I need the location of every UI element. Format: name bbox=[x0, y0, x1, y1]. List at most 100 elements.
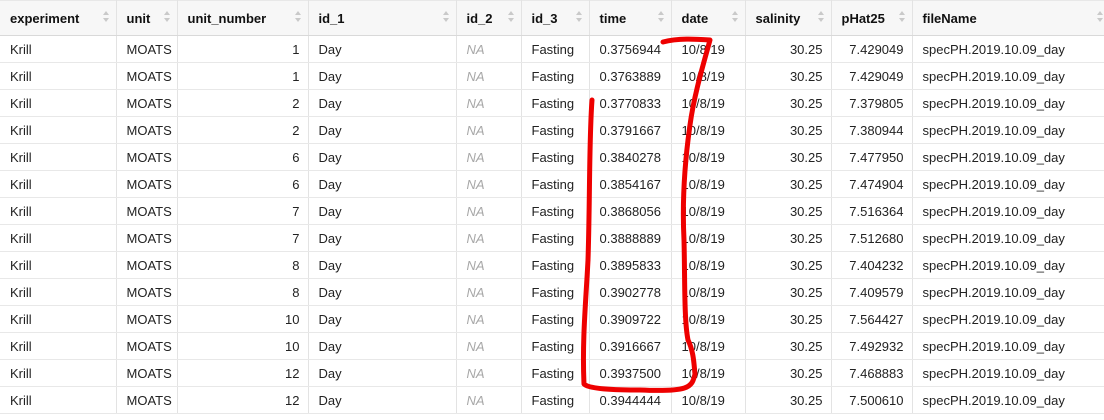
column-header-label: date bbox=[681, 10, 709, 26]
cell-id-3: Fasting bbox=[521, 251, 590, 279]
column-header-unit-number[interactable]: unit_number bbox=[177, 0, 309, 36]
cell-pHat25: 7.380944 bbox=[831, 116, 913, 144]
cell-id-2: NA bbox=[456, 278, 522, 306]
cell-experiment: Krill bbox=[0, 143, 117, 171]
cell-salinity: 30.25 bbox=[745, 197, 832, 225]
cell-fileName: specPH.2019.10.09_day bbox=[912, 35, 1104, 63]
cell-date: 10/8/19 bbox=[671, 143, 746, 171]
cell-id-1: Day bbox=[308, 224, 457, 252]
table-row: Krill MOATS 2 Day NA Fasting 0.3791667 10/8/19 3… bbox=[0, 116, 1104, 144]
sort-arrows-icon[interactable] bbox=[898, 10, 906, 24]
cell-id-2: NA bbox=[456, 224, 522, 252]
cell-experiment: Krill bbox=[0, 89, 117, 117]
cell-id-1: Day bbox=[308, 251, 457, 279]
cell-salinity: 30.25 bbox=[745, 224, 832, 252]
cell-id-3: Fasting bbox=[521, 305, 590, 333]
table-row: Krill MOATS 12 Day NA Fasting 0.3937500 10/8/19… bbox=[0, 359, 1104, 387]
cell-unit-number: 6 bbox=[177, 170, 309, 198]
cell-id-2: NA bbox=[456, 197, 522, 225]
cell-unit: MOATS bbox=[116, 359, 178, 387]
cell-salinity: 30.25 bbox=[745, 251, 832, 279]
cell-id-1: Day bbox=[308, 332, 457, 360]
cell-id-3: Fasting bbox=[521, 197, 590, 225]
cell-id-2: NA bbox=[456, 62, 522, 90]
cell-unit: MOATS bbox=[116, 332, 178, 360]
sort-arrows-icon[interactable] bbox=[1096, 10, 1104, 24]
column-header-id-2[interactable]: id_2 bbox=[456, 0, 522, 36]
column-header-pHat25[interactable]: pHat25 bbox=[831, 0, 913, 36]
column-header-time[interactable]: time bbox=[589, 0, 672, 36]
column-header-label: pHat25 bbox=[841, 10, 885, 26]
cell-pHat25: 7.564427 bbox=[831, 305, 913, 333]
cell-unit-number: 2 bbox=[177, 116, 309, 144]
sort-arrows-icon[interactable] bbox=[657, 10, 665, 24]
column-header-label: unit bbox=[126, 10, 151, 26]
cell-experiment: Krill bbox=[0, 332, 117, 360]
sort-arrows-icon[interactable] bbox=[442, 10, 450, 24]
cell-id-3: Fasting bbox=[521, 332, 590, 360]
table-row: Krill MOATS 1 Day NA Fasting 0.3756944 10/8/19 3… bbox=[0, 35, 1104, 63]
table-row: Krill MOATS 10 Day NA Fasting 0.3916667 10/8/19… bbox=[0, 332, 1104, 360]
column-header-salinity[interactable]: salinity bbox=[745, 0, 832, 36]
sort-arrows-icon[interactable] bbox=[731, 10, 739, 24]
column-header-label: time bbox=[599, 10, 627, 26]
column-header-id-3[interactable]: id_3 bbox=[521, 0, 590, 36]
cell-salinity: 30.25 bbox=[745, 359, 832, 387]
cell-time: 0.3902778 bbox=[589, 278, 672, 306]
cell-id-1: Day bbox=[308, 386, 457, 414]
cell-id-2: NA bbox=[456, 89, 522, 117]
cell-experiment: Krill bbox=[0, 251, 117, 279]
cell-experiment: Krill bbox=[0, 386, 117, 414]
cell-time: 0.3895833 bbox=[589, 251, 672, 279]
cell-salinity: 30.25 bbox=[745, 170, 832, 198]
cell-experiment: Krill bbox=[0, 197, 117, 225]
cell-pHat25: 7.429049 bbox=[831, 35, 913, 63]
cell-date: 10/8/19 bbox=[671, 224, 746, 252]
cell-fileName: specPH.2019.10.09_day bbox=[912, 116, 1104, 144]
cell-pHat25: 7.409579 bbox=[831, 278, 913, 306]
sort-arrows-icon[interactable] bbox=[575, 10, 583, 24]
cell-unit-number: 7 bbox=[177, 224, 309, 252]
cell-id-1: Day bbox=[308, 143, 457, 171]
cell-time: 0.3791667 bbox=[589, 116, 672, 144]
cell-unit-number: 7 bbox=[177, 197, 309, 225]
sort-arrows-icon[interactable] bbox=[294, 10, 302, 24]
cell-unit-number: 10 bbox=[177, 305, 309, 333]
sort-arrows-icon[interactable] bbox=[817, 10, 825, 24]
cell-time: 0.3763889 bbox=[589, 62, 672, 90]
cell-id-2: NA bbox=[456, 35, 522, 63]
cell-time: 0.3888889 bbox=[589, 224, 672, 252]
cell-salinity: 30.25 bbox=[745, 143, 832, 171]
column-header-fileName[interactable]: fileName bbox=[912, 0, 1104, 36]
cell-unit: MOATS bbox=[116, 278, 178, 306]
cell-time: 0.3937500 bbox=[589, 359, 672, 387]
column-header-unit[interactable]: unit bbox=[116, 0, 178, 36]
cell-pHat25: 7.477950 bbox=[831, 143, 913, 171]
column-header-label: id_1 bbox=[318, 10, 345, 26]
cell-time: 0.3770833 bbox=[589, 89, 672, 117]
cell-salinity: 30.25 bbox=[745, 386, 832, 414]
cell-id-3: Fasting bbox=[521, 35, 590, 63]
sort-arrows-icon[interactable] bbox=[163, 10, 171, 24]
cell-id-2: NA bbox=[456, 251, 522, 279]
cell-id-1: Day bbox=[308, 35, 457, 63]
cell-id-3: Fasting bbox=[521, 386, 590, 414]
cell-id-3: Fasting bbox=[521, 89, 590, 117]
cell-date: 10/8/19 bbox=[671, 278, 746, 306]
cell-id-1: Day bbox=[308, 170, 457, 198]
cell-id-1: Day bbox=[308, 359, 457, 387]
column-header-id-1[interactable]: id_1 bbox=[308, 0, 457, 36]
table-body: Krill MOATS 1 Day NA Fasting 0.3756944 10/8/19 3… bbox=[0, 35, 1104, 414]
column-header-date[interactable]: date bbox=[671, 0, 746, 36]
cell-fileName: specPH.2019.10.09_day bbox=[912, 386, 1104, 414]
cell-id-1: Day bbox=[308, 278, 457, 306]
cell-id-3: Fasting bbox=[521, 170, 590, 198]
cell-fileName: specPH.2019.10.09_day bbox=[912, 62, 1104, 90]
sort-arrows-icon[interactable] bbox=[507, 10, 515, 24]
cell-salinity: 30.25 bbox=[745, 278, 832, 306]
sort-arrows-icon[interactable] bbox=[102, 10, 110, 24]
column-header-experiment[interactable]: experiment bbox=[0, 0, 117, 36]
cell-salinity: 30.25 bbox=[745, 89, 832, 117]
cell-id-2: NA bbox=[456, 359, 522, 387]
cell-salinity: 30.25 bbox=[745, 62, 832, 90]
